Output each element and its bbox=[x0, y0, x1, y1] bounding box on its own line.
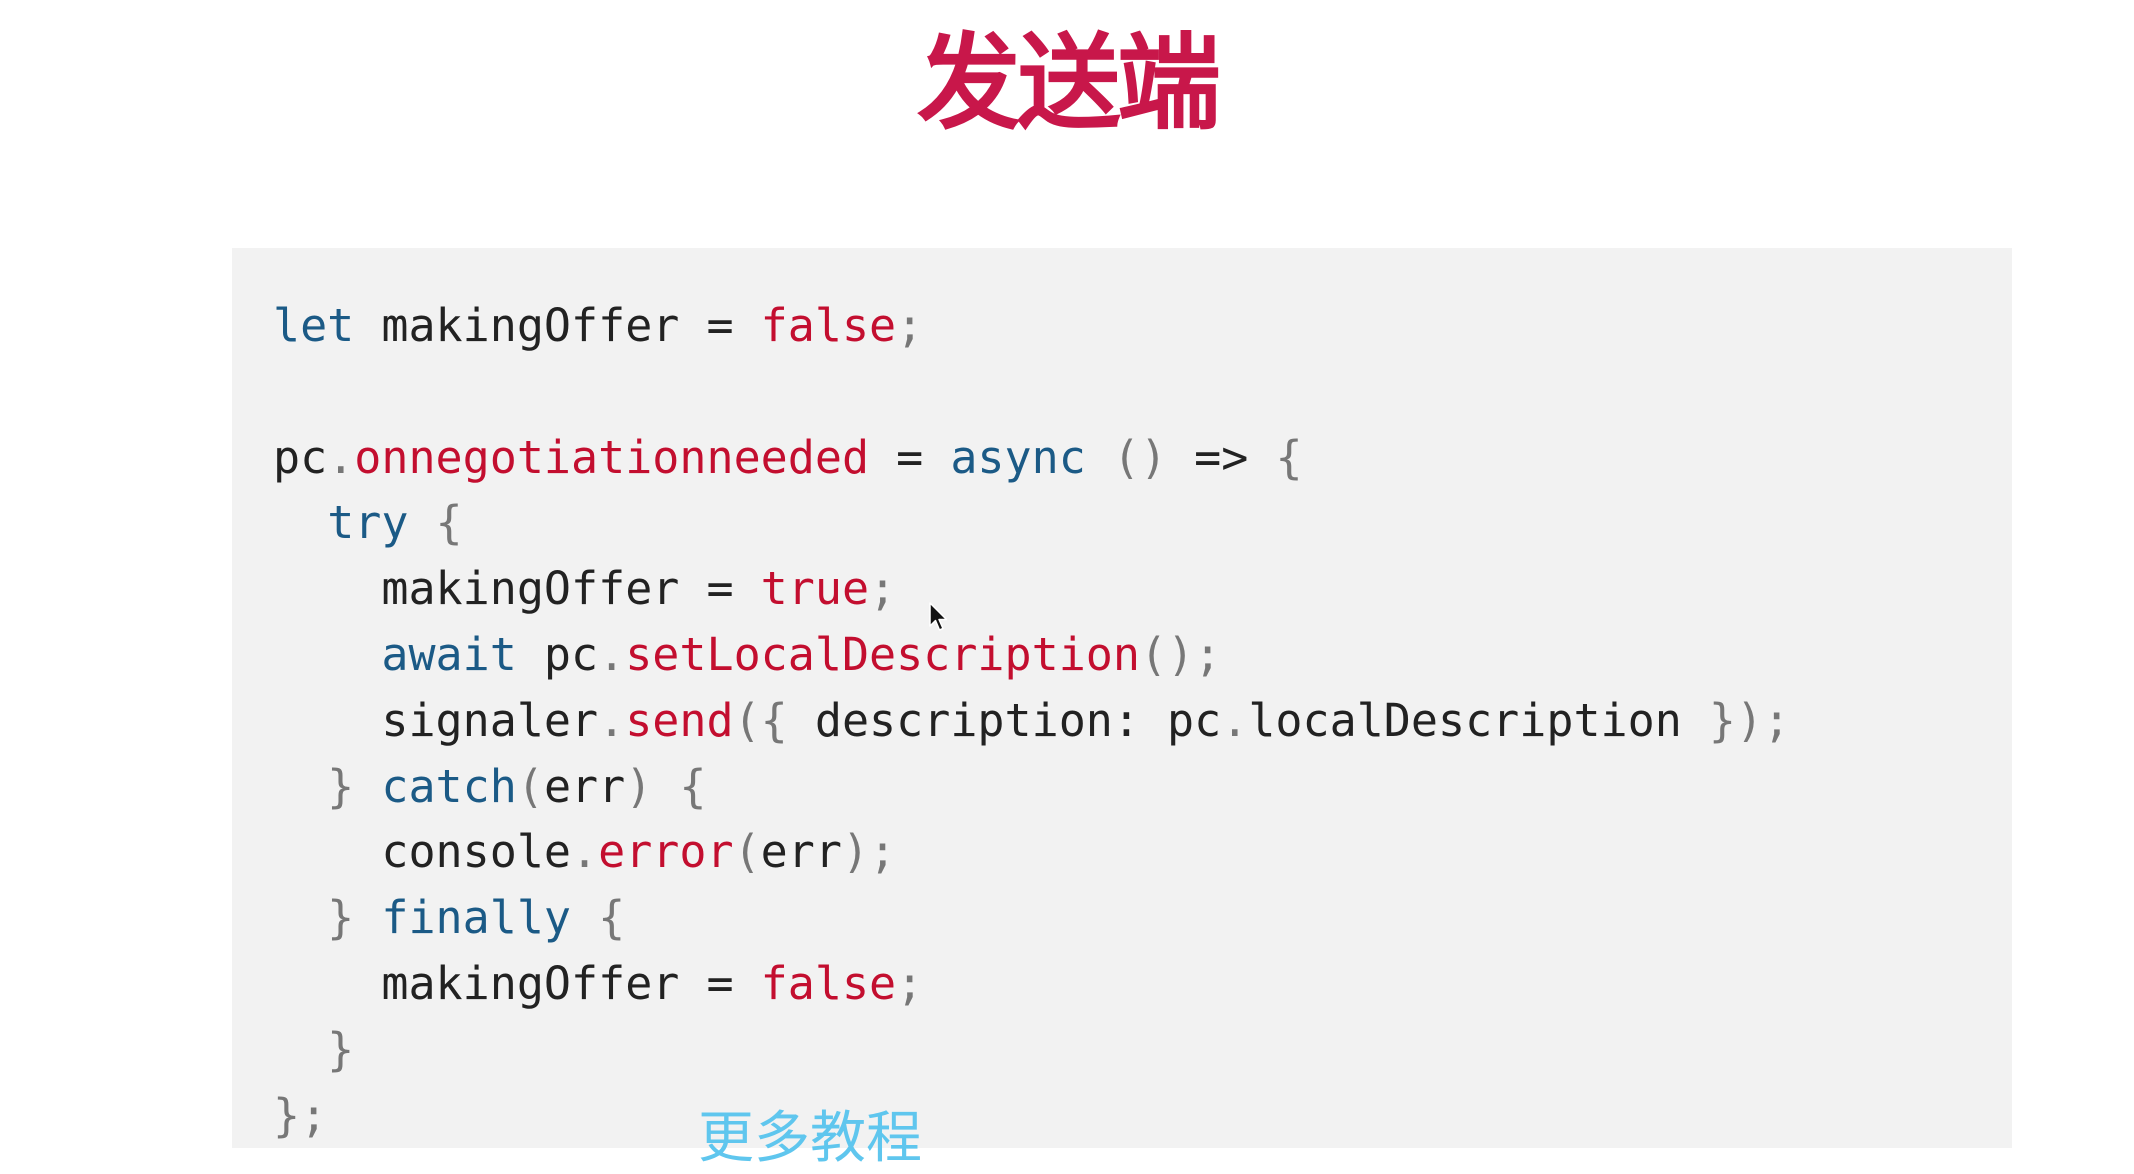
code-token: description: pc bbox=[814, 693, 1222, 747]
video-subtitle: 更多教程 bbox=[698, 1106, 922, 1171]
code-token: (); bbox=[1139, 627, 1222, 681]
code-token: ) { bbox=[625, 759, 707, 813]
code-token: . bbox=[1221, 693, 1249, 747]
code-token: = bbox=[869, 430, 951, 484]
code-token: pc bbox=[273, 430, 328, 484]
code-token: ( bbox=[516, 759, 544, 813]
mouse-pointer-icon bbox=[929, 602, 948, 631]
code-token: { bbox=[1248, 430, 1303, 484]
code-token: send bbox=[625, 693, 734, 747]
code-token: makingOffer = bbox=[273, 956, 761, 1010]
code-token: onnegotiationneeded bbox=[354, 430, 870, 484]
code-line: makingOffer = false; bbox=[273, 951, 1790, 1017]
code-token: makingOffer = bbox=[354, 299, 761, 352]
code-line: let makingOffer = false; bbox=[273, 293, 1790, 359]
code-token: { bbox=[408, 496, 463, 550]
code-token: } bbox=[273, 759, 382, 813]
code-token: . bbox=[571, 825, 599, 879]
code-token: . bbox=[598, 627, 626, 681]
code-token: localDescription bbox=[1248, 693, 1682, 747]
code-token: ({ bbox=[733, 693, 815, 747]
code-line: pc.onnegotiationneeded = async () => { bbox=[273, 425, 1790, 491]
code-line: } finally { bbox=[273, 885, 1790, 951]
code-line: await pc.setLocalDescription(); bbox=[273, 622, 1790, 688]
code-token: }); bbox=[1681, 693, 1791, 747]
code-token: ; bbox=[896, 299, 924, 352]
code-listing: let makingOffer = false; pc.onnegotiation… bbox=[273, 293, 1790, 1148]
code-token: false bbox=[760, 299, 897, 352]
code-token: ( bbox=[733, 825, 761, 879]
code-token: false bbox=[760, 956, 897, 1010]
code-token: }; bbox=[273, 1088, 328, 1142]
code-line: try { bbox=[273, 490, 1790, 556]
code-token: async bbox=[950, 430, 1086, 484]
code-token: . bbox=[598, 693, 626, 747]
slide-title: 发送端 bbox=[916, 22, 1221, 144]
code-line: }; bbox=[273, 1083, 1790, 1149]
code-token: => bbox=[1194, 430, 1249, 484]
code-token: let bbox=[273, 299, 355, 352]
code-token: signaler bbox=[273, 693, 599, 747]
code-token: pc bbox=[516, 627, 599, 681]
code-line: console.error(err); bbox=[273, 819, 1790, 885]
code-token: { bbox=[571, 891, 626, 945]
code-token: () bbox=[1085, 430, 1195, 484]
code-token: setLocalDescription bbox=[625, 627, 1140, 681]
code-token: ; bbox=[896, 956, 924, 1010]
code-line: makingOffer = true; bbox=[273, 556, 1790, 622]
code-token: finally bbox=[381, 891, 572, 945]
code-line: } bbox=[273, 1017, 1790, 1083]
code-line: signaler.send({ description: pc.localDes… bbox=[273, 688, 1790, 754]
code-token: await bbox=[381, 627, 517, 681]
code-token: makingOffer = bbox=[273, 562, 761, 616]
code-token: console bbox=[273, 825, 572, 879]
code-token: } bbox=[273, 891, 382, 945]
code-line: } catch(err) { bbox=[273, 754, 1790, 820]
code-token: catch bbox=[381, 759, 517, 813]
code-block: let makingOffer = false; pc.onnegotiation… bbox=[232, 248, 2012, 1148]
code-token: try bbox=[327, 496, 409, 550]
code-token: ); bbox=[841, 825, 897, 879]
code-token: err bbox=[760, 825, 842, 879]
code-token: . bbox=[327, 430, 355, 484]
code-token: } bbox=[273, 1022, 355, 1076]
code-token: true bbox=[760, 562, 870, 616]
code-token: ; bbox=[869, 562, 897, 616]
code-token: err bbox=[543, 759, 626, 813]
code-token: error bbox=[598, 825, 734, 879]
